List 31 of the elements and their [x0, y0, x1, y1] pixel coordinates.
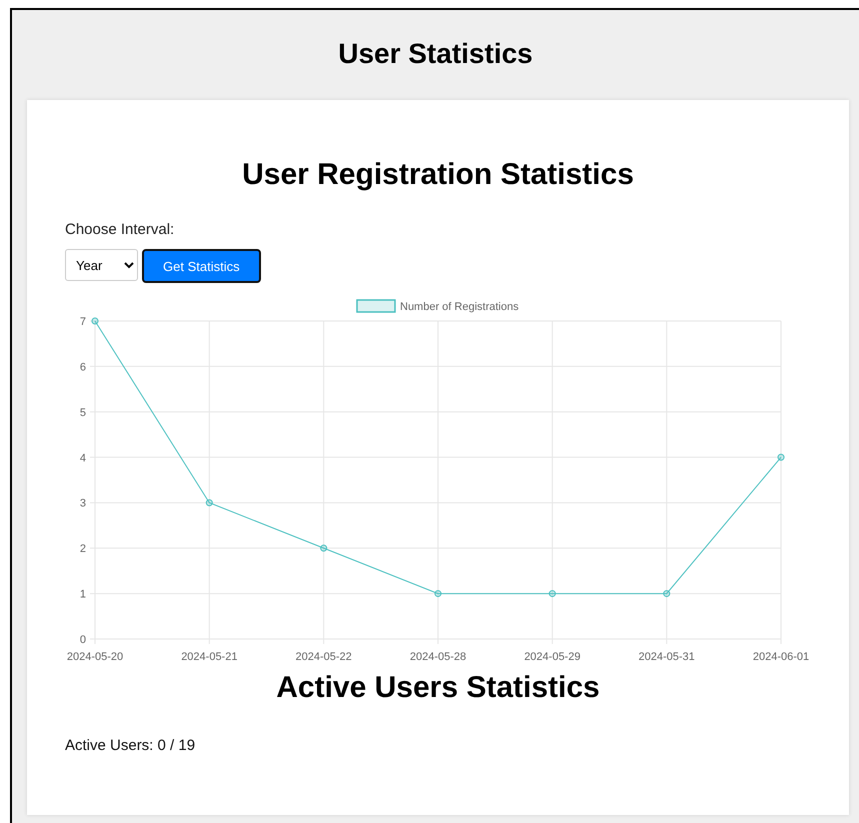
- data-point: [548, 590, 556, 598]
- x-tick-label: 2024-05-31: [638, 651, 695, 663]
- x-tick-label: 2024-05-28: [410, 651, 466, 663]
- y-tick-label: 5: [80, 406, 86, 419]
- data-point: [92, 318, 98, 324]
- y-tick-label: 3: [80, 498, 86, 510]
- section-heading: User Registration Statistics: [241, 157, 635, 193]
- x-tick-label: 2024-05-20: [66, 651, 124, 663]
- data-point: [206, 499, 213, 506]
- data-point: [434, 590, 442, 598]
- x-tick-label: 2024-05-21: [181, 651, 238, 663]
- legend-label: Number of Registrations: [400, 301, 519, 313]
- x-tick-label: 2024-05-22: [296, 651, 352, 663]
- legend-swatch-icon: [356, 299, 396, 313]
- x-tick-label: 2024-06-01: [752, 651, 810, 663]
- section-heading: Active Users Statistics: [275, 670, 601, 706]
- page-title: User Statistics: [337, 37, 534, 71]
- data-point: [778, 454, 784, 461]
- x-tick-label: 2024-05-29: [524, 651, 580, 663]
- y-tick-label: 0: [80, 634, 86, 646]
- interval-label: Choose Interval:: [65, 220, 176, 240]
- active-users-text: Active Users: 0 / 19: [65, 737, 196, 754]
- interval-select[interactable]: Year: [65, 249, 138, 281]
- get-statistics-button[interactable]: Get Statistics: [142, 249, 261, 283]
- y-tick-label: 6: [80, 361, 86, 374]
- data-point: [663, 590, 670, 598]
- y-tick-label: 7: [80, 316, 86, 328]
- y-tick-label: 1: [80, 588, 86, 601]
- y-tick-label: 2: [80, 543, 86, 556]
- y-tick-label: 4: [80, 452, 86, 464]
- data-point: [320, 544, 328, 552]
